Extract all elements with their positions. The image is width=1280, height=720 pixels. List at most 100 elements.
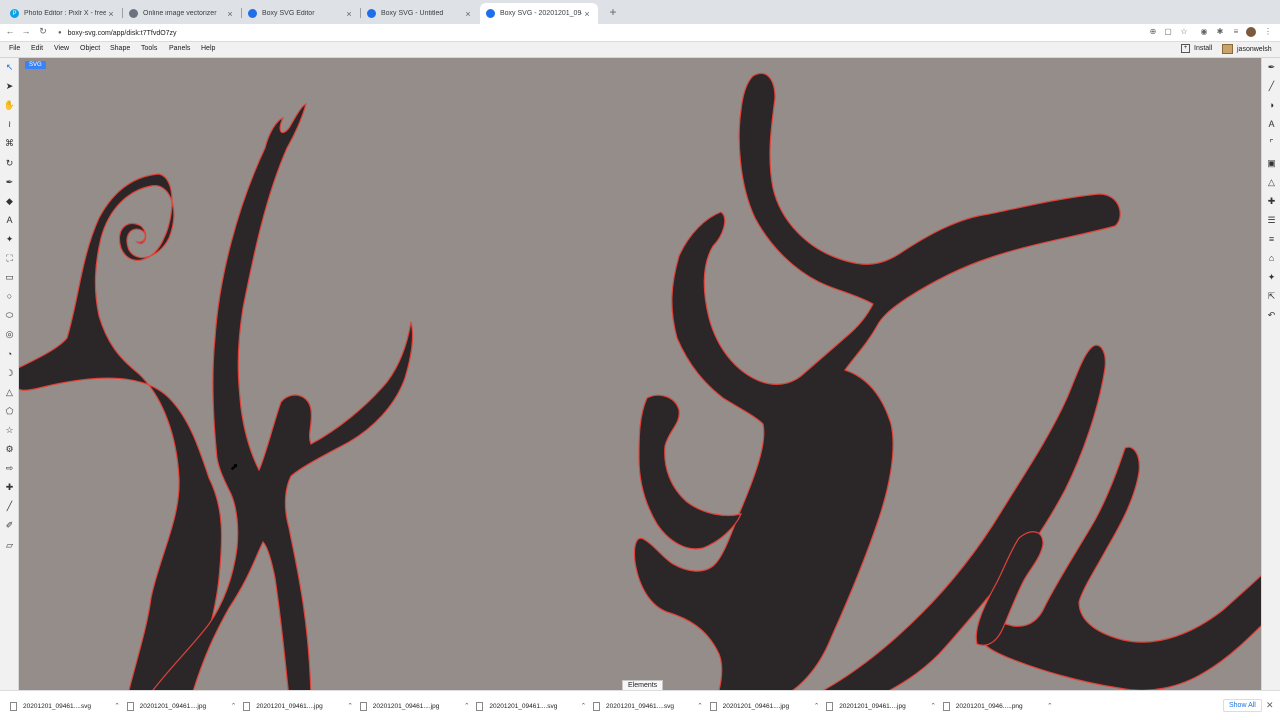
browser-menu-icon[interactable]: ⋮ [1263,27,1273,37]
menu-tools[interactable]: Tools [141,45,157,52]
playlist-icon[interactable]: ≡ [1231,27,1241,37]
custom-shape-tool-icon[interactable]: ▱ [3,539,16,552]
library-panel-icon[interactable]: ⌂ [1265,252,1278,265]
close-tab-icon[interactable]: × [344,9,354,19]
ring-tool-icon[interactable]: ◎ [3,328,16,341]
fill-panel-icon[interactable]: ✒ [1265,61,1278,74]
chevron-up-icon[interactable]: ⌃ [229,702,239,710]
menu-shape[interactable]: Shape [110,45,130,52]
tab-title: Boxy SVG Editor [262,10,315,17]
puzzle-extensions-icon[interactable]: ✱ [1215,27,1225,37]
freehand-tool-icon[interactable]: ✐ [3,519,16,532]
arrow-shape-tool-icon[interactable]: ⇨ [3,462,16,475]
bookmark-star-icon[interactable]: ☆ [1179,27,1189,37]
crop-tool-icon[interactable]: ⛶ [3,252,16,265]
transform-panel-icon[interactable]: ✚ [1265,195,1278,208]
shape-panel-icon[interactable]: △ [1265,176,1278,189]
browser-tab[interactable]: Boxy SVG - Untitled × [361,3,479,24]
chevron-up-icon[interactable]: ⌃ [812,702,822,710]
browser-tab[interactable]: Online image vectorizer × [123,3,241,24]
artwork[interactable] [19,58,1261,690]
pentagon-tool-icon[interactable]: ⬠ [3,405,16,418]
menu-edit[interactable]: Edit [31,45,43,52]
user-account[interactable]: jasonwelsh [1222,44,1272,54]
menu-object[interactable]: Object [80,45,100,52]
menu-file[interactable]: File [9,45,20,52]
ellipse-tool-icon[interactable]: ⬭ [3,309,16,322]
chevron-up-icon[interactable]: ⌃ [462,702,472,710]
download-item[interactable]: 20201201_09461....jpg ⌃ [359,700,472,712]
download-item[interactable]: 20201201_09461....svg ⌃ [593,700,705,712]
transform-tool-icon[interactable]: ⌘ [3,137,16,150]
chevron-up-icon[interactable]: ⌃ [1045,702,1055,710]
download-item[interactable]: 20201201_0946.....png ⌃ [942,700,1055,712]
forward-icon[interactable]: → [20,26,32,36]
typography-panel-icon[interactable]: A [1265,118,1278,131]
hand-pan-tool-icon[interactable]: ✋ [3,99,16,112]
chevron-up-icon[interactable]: ⌃ [578,702,588,710]
chevron-up-icon[interactable]: ⌃ [112,702,122,710]
page-icon[interactable]: ▢ [1163,27,1173,37]
pointer-tool-icon[interactable]: ↖ [3,61,16,74]
file-icon [709,701,717,711]
reload-icon[interactable]: ↻ [37,26,49,37]
download-item[interactable]: 20201201_09461....jpg ⌃ [126,700,239,712]
close-tab-icon[interactable]: × [582,9,592,19]
stroke-panel-icon[interactable]: ╱ [1265,80,1278,93]
download-item[interactable]: 20201201_09461....svg ⌃ [10,700,122,712]
brush-tool-icon[interactable]: ◆ [3,195,16,208]
download-item[interactable]: 20201201_09461....jpg ⌃ [826,700,938,712]
symbol-tool-icon[interactable]: ✦ [3,233,16,246]
install-app-icon[interactable]: ⊕ [1148,27,1158,37]
gear-shape-tool-icon[interactable]: ⚙ [3,443,16,456]
layers-panel-icon[interactable]: ≡ [1265,233,1278,246]
pie-tool-icon[interactable]: ◔ [3,348,16,361]
rectangle-tool-icon[interactable]: ▭ [3,271,16,284]
share-panel-icon[interactable]: ⇱ [1265,290,1278,303]
arrange-panel-icon[interactable]: ☰ [1265,214,1278,227]
svg-canvas[interactable]: SVG ⬈ Elements [19,58,1261,690]
menu-panels[interactable]: Panels [169,45,190,52]
close-tab-icon[interactable]: × [106,9,116,19]
pen-tool-icon[interactable]: ✒ [3,176,16,189]
back-icon[interactable]: ← [4,26,16,36]
triangle-tool-icon[interactable]: △ [3,386,16,399]
defs-panel-icon[interactable]: ✦ [1265,271,1278,284]
node-pointer-tool-icon[interactable]: ➤ [3,80,16,93]
compositing-panel-icon[interactable]: ◑ [1265,99,1278,112]
elements-panel-tab[interactable]: Elements [622,680,664,690]
star-tool-icon[interactable]: ☆ [3,424,16,437]
svg-root-badge[interactable]: SVG [25,61,46,69]
history-panel-icon[interactable]: ↶ [1265,309,1278,322]
menu-view[interactable]: View [54,45,69,52]
line-tool-icon[interactable]: ╱ [3,500,16,513]
browser-tab[interactable]: Boxy SVG Editor × [242,3,360,24]
chevron-up-icon[interactable]: ⌃ [695,702,705,710]
close-icon[interactable]: ✕ [1266,700,1274,711]
download-item[interactable]: 20201201_09461....jpg ⌃ [709,700,822,712]
url-field[interactable]: ● boxy-svg.com/app/disk:t7TfvdO7zy [58,26,1138,40]
new-tab-button[interactable]: + [606,5,620,19]
freeform-tool-icon[interactable]: ≀ [3,118,16,131]
browser-tab[interactable]: Boxy SVG - 20201201_09461...× [480,3,598,24]
artwork-shape-upper-sweep [633,72,1121,690]
extension-icon[interactable]: ◉ [1199,27,1209,37]
close-tab-icon[interactable]: × [463,9,473,19]
profile-avatar-icon[interactable] [1246,27,1256,37]
circle-tool-icon[interactable]: ○ [3,290,16,303]
geometry-panel-icon[interactable]: ⌜ [1265,137,1278,150]
chevron-up-icon[interactable]: ⌃ [345,702,355,710]
chevron-up-icon[interactable]: ⌃ [928,702,938,710]
download-item[interactable]: 20201201_09461....svg ⌃ [476,700,588,712]
download-item[interactable]: 20201201_09461....jpg ⌃ [243,700,355,712]
close-tab-icon[interactable]: × [225,9,235,19]
rotate-tool-icon[interactable]: ↻ [3,157,16,170]
export-panel-icon[interactable]: ▣ [1265,157,1278,170]
crescent-tool-icon[interactable]: ☽ [3,367,16,380]
cross-shape-tool-icon[interactable]: ✚ [3,481,16,494]
menu-help[interactable]: Help [201,45,215,52]
install-button[interactable]: + Install [1181,44,1212,53]
browser-tab[interactable]: P Photo Editor : Pixlr X - free ima× [4,3,122,24]
text-tool-icon[interactable]: A [3,214,16,227]
show-all-downloads-button[interactable]: Show All [1223,699,1262,712]
